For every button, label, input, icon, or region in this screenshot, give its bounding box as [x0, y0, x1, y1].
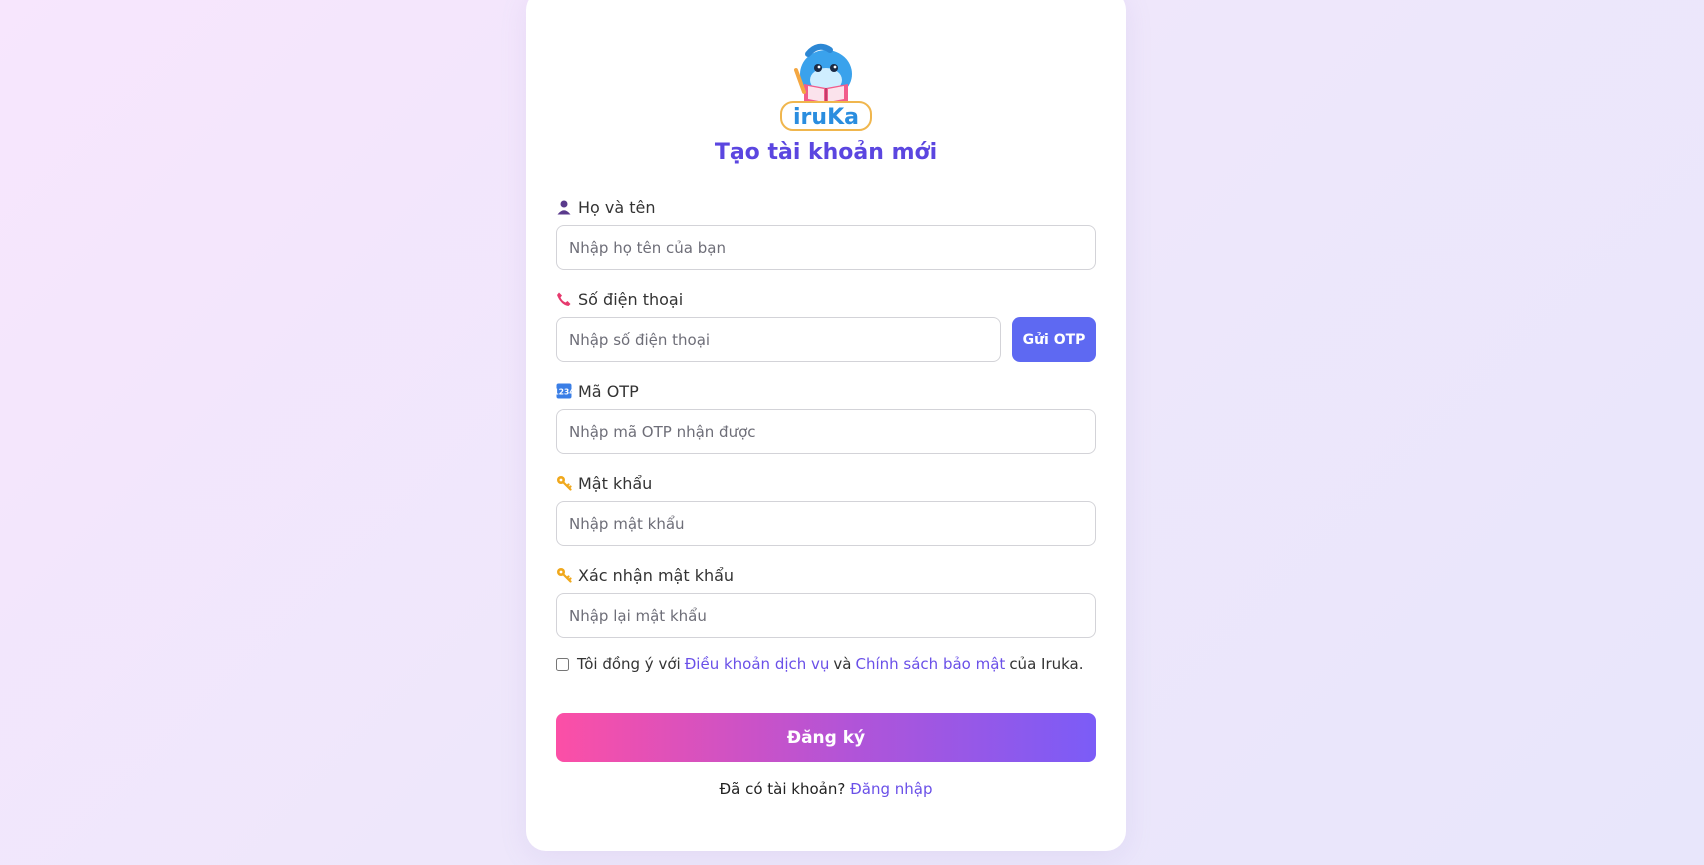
- confirm-password-label: Xác nhận mật khẩu: [556, 564, 734, 586]
- terms-row: Tôi đồng ý với Điều khoản dịch vụ và Chí…: [556, 655, 1084, 673]
- numbers-icon: 1234: [556, 383, 572, 399]
- key-icon: [557, 476, 572, 491]
- phone-label: Số điện thoại: [556, 288, 683, 310]
- terms-suffix: của Iruka.: [1009, 655, 1084, 673]
- fullname-input[interactable]: [556, 225, 1096, 270]
- password-input[interactable]: [556, 501, 1096, 546]
- phone-label-text: Số điện thoại: [578, 289, 684, 309]
- phone-icon: [557, 292, 571, 306]
- logo-wordmark: iruKa: [793, 105, 859, 130]
- svg-text:1234: 1234: [556, 388, 572, 397]
- terms-prefix: Tôi đồng ý với: [577, 655, 681, 673]
- otp-input[interactable]: [556, 409, 1096, 454]
- confirm-password-input[interactable]: [556, 593, 1096, 638]
- fullname-label-text: Họ và tên: [578, 197, 656, 217]
- signup-card: iruKa Tạo tài khoản mới Họ và tên Số điệ…: [526, 0, 1126, 851]
- password-label: Mật khẩu: [556, 472, 652, 494]
- login-link[interactable]: Đăng nhập: [850, 780, 932, 798]
- terms-of-service-link[interactable]: Điều khoản dịch vụ: [685, 655, 830, 673]
- register-button[interactable]: Đăng ký: [556, 713, 1096, 762]
- send-otp-button[interactable]: Gửi OTP: [1012, 317, 1096, 362]
- login-prompt-text: Đã có tài khoản?: [719, 780, 846, 798]
- page-title: Tạo tài khoản mới: [714, 140, 938, 165]
- otp-label-text: Mã OTP: [578, 381, 639, 401]
- terms-checkbox[interactable]: [556, 657, 569, 671]
- key-icon: [557, 568, 572, 583]
- person-icon: [557, 200, 571, 215]
- terms-and: và: [833, 655, 852, 673]
- phone-input[interactable]: [556, 317, 1001, 362]
- login-prompt-row: Đã có tài khoản? Đăng nhập: [526, 780, 1126, 798]
- privacy-policy-link[interactable]: Chính sách bảo mật: [856, 655, 1006, 673]
- fullname-label: Họ và tên: [556, 196, 656, 218]
- iruka-logo: iruKa: [780, 43, 872, 131]
- otp-label: 1234 Mã OTP: [556, 380, 639, 402]
- confirm-password-label-text: Xác nhận mật khẩu: [578, 565, 735, 585]
- password-label-text: Mật khẩu: [578, 473, 653, 493]
